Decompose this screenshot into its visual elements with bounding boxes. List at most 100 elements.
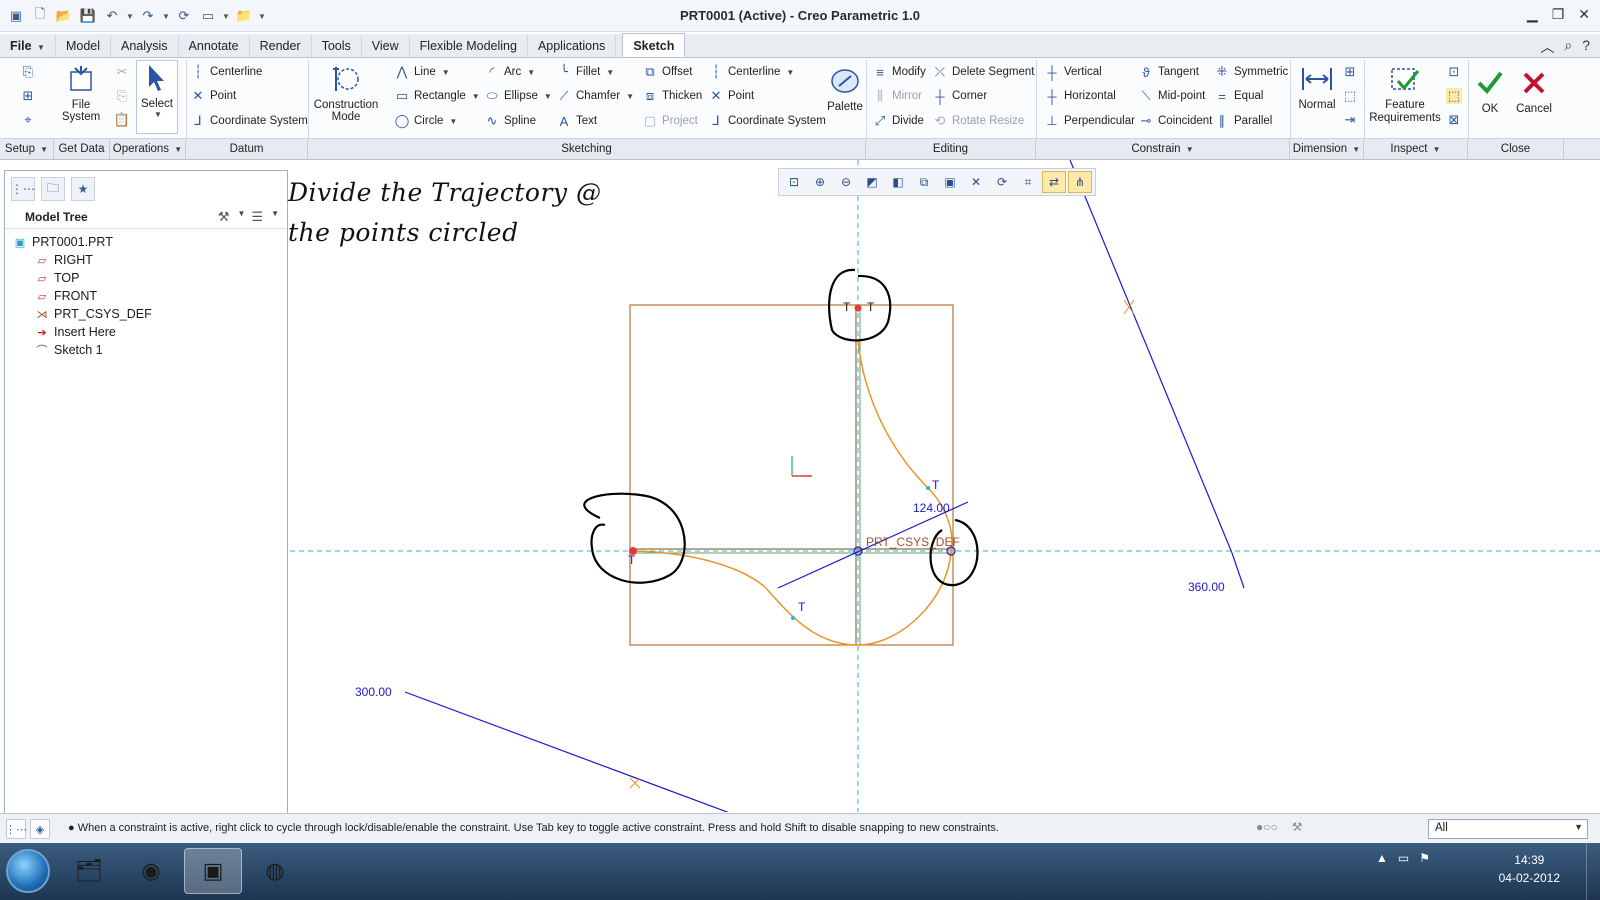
sketch-point-button[interactable]: ✕ Point [708,88,755,104]
coincident-constraint-button[interactable]: ⊸ Coincident [1138,113,1213,129]
dimension-124[interactable]: 124.00 [913,501,950,515]
file-system-button[interactable]: File System [60,62,102,123]
tab-annotate[interactable]: Annotate [179,35,250,57]
horizontal-constraint-button[interactable]: ┼ Horizontal [1044,88,1115,104]
datum-point-button[interactable]: ✕ Point [190,88,237,104]
refit-icon[interactable]: ⊡ [782,171,806,193]
tree-show-icon[interactable]: ☰ [251,209,263,225]
group-dimension[interactable]: Dimension ▼ [1290,139,1364,160]
baseline-dimension-button[interactable]: ⬚ [1342,88,1358,104]
tab-model[interactable]: Model [56,35,111,57]
sketch-centerline-button[interactable]: ┆ Centerline ▼ [708,64,794,80]
ellipse-button[interactable]: ⬭ Ellipse ▼ [484,88,551,104]
group-get-data[interactable]: Get Data [54,139,110,160]
shade-closed-loops-button[interactable]: ⊠ [1446,112,1462,128]
perpendicular-constraint-button[interactable]: ⊥ Perpendicular [1044,113,1135,129]
constraint-display-icon[interactable]: ⋔ [1068,171,1092,193]
select-button[interactable]: Select ▼ [136,60,178,134]
group-constrain[interactable]: Constrain ▼ [1036,139,1290,160]
vertical-constraint-button[interactable]: ┼ Vertical [1044,64,1101,80]
sketch-canvas[interactable] [290,160,1600,812]
offset-button[interactable]: ⧉ Offset [642,64,692,80]
feature-requirements-button[interactable]: Feature Requirements [1369,62,1441,125]
text-button[interactable]: A Text [556,113,597,129]
midpoint-constraint-button[interactable]: ⟍ Mid-point [1138,88,1205,104]
sketch-setup-button[interactable]: ⎘ [20,64,36,80]
perimeter-dimension-button[interactable]: ⊞ [1342,64,1358,80]
model-tree-tab-icon[interactable]: ⋮⋯ [11,177,35,201]
favorites-tab-icon[interactable]: ★ [71,177,95,201]
tree-item-top[interactable]: ▱ TOP [13,269,152,287]
highlight-open-ends-button[interactable]: ⬚ [1446,88,1462,104]
ok-button[interactable]: OK [1472,66,1508,115]
restore-icon[interactable]: ❐ [1552,6,1565,23]
explorer-taskbar-icon[interactable]: 🗂 [60,848,118,894]
media-player-taskbar-icon[interactable]: ◉ [122,848,180,894]
spline-button[interactable]: ∿ Spline [484,113,536,129]
zoom-out-icon[interactable]: ⊖ [834,171,858,193]
tree-item-insert-here[interactable]: ➔ Insert Here [13,323,152,341]
network-icon[interactable]: ▭ [1398,851,1409,865]
datum-centerline-button[interactable]: ┆ Centerline [190,64,262,80]
show-desktop-button[interactable] [1586,843,1600,900]
sketch-csys-button[interactable]: ⅃ Coordinate System [708,113,825,129]
tree-settings-dropdown-icon[interactable]: ▼ [238,209,246,225]
view-manager-icon[interactable]: ▣ [938,171,962,193]
tab-applications[interactable]: Applications [528,35,617,57]
delete-segment-button[interactable]: ⤫ Delete Segment [932,64,1035,80]
project-button[interactable]: ▢ Project [642,113,698,129]
datum-display-icon[interactable]: ✕ [964,171,988,193]
graphics-area[interactable]: Divide the Trajectory @ the points circl… [288,160,1600,812]
selection-filter-select[interactable]: All ▼ [1428,819,1588,839]
references-button[interactable]: ⊞ [20,88,36,104]
tab-render[interactable]: Render [250,35,312,57]
dimension-360[interactable]: 360.00 [1188,580,1225,594]
fillet-button[interactable]: ╰ Fillet ▼ [556,64,614,80]
saved-orientations-icon[interactable]: ⧉ [912,171,936,193]
copy-button[interactable]: ⎘ [114,88,130,104]
tree-item-front[interactable]: ▱ FRONT [13,287,152,305]
tab-file[interactable]: File ▼ [0,35,56,57]
tree-root[interactable]: ▣ PRT0001.PRT [13,233,152,251]
rotate-resize-button[interactable]: ⟲ Rotate Resize [932,113,1025,129]
circle-button[interactable]: ◯ Circle ▼ [394,113,458,129]
symmetric-constraint-button[interactable]: ⁜ Symmetric [1214,64,1289,80]
line-button[interactable]: ⋀ Line ▼ [394,64,450,80]
dimension-display-icon[interactable]: ⇄ [1042,171,1066,193]
close-icon[interactable]: ✕ [1578,6,1590,23]
modify-button[interactable]: ≡ Modify [872,64,926,80]
palette-button[interactable]: Palette [822,64,868,113]
tree-item-csys[interactable]: ⋊ PRT_CSYS_DEF [13,305,152,323]
arc-button[interactable]: ◜ Arc ▼ [484,64,535,80]
thicken-button[interactable]: ⧈ Thicken [642,88,702,104]
tab-view[interactable]: View [362,35,410,57]
reference-dimension-button[interactable]: ⇥ [1342,112,1358,128]
tab-sketch[interactable]: Sketch [622,33,686,57]
zoom-in-icon[interactable]: ⊕ [808,171,832,193]
rectangle-button[interactable]: ▭ Rectangle ▼ [394,88,480,104]
group-operations[interactable]: Operations ▼ [110,139,186,160]
tree-item-right[interactable]: ▱ RIGHT [13,251,152,269]
firefox-taskbar-icon[interactable]: ◍ [246,848,304,894]
toggle-browser-icon[interactable]: ◈ [30,819,50,839]
parallel-constraint-button[interactable]: ∥ Parallel [1214,113,1273,129]
repaint-icon[interactable]: ◩ [860,171,884,193]
dimension-300[interactable]: 300.00 [355,685,392,699]
minimize-icon[interactable]: ▁ [1527,6,1538,23]
tree-item-sketch1[interactable]: ⌒ Sketch 1 [13,341,152,359]
cancel-button[interactable]: Cancel [1514,66,1554,115]
group-inspect[interactable]: Inspect ▼ [1364,139,1468,160]
search-icon[interactable]: ⌕ [1564,37,1572,57]
normal-dimension-button[interactable]: Normal [1296,62,1338,111]
spin-center-icon[interactable]: ⟳ [990,171,1014,193]
start-button[interactable] [6,849,50,893]
selection-filter-icon[interactable]: ⚒ [1292,820,1303,834]
cut-button[interactable]: ✂ [114,64,130,80]
overlapping-geometry-button[interactable]: ⊡ [1446,64,1462,80]
sketch-view-button[interactable]: ⌖ [20,112,36,128]
construction-mode-button[interactable]: Construction Mode [314,62,378,123]
display-style-icon[interactable]: ◧ [886,171,910,193]
folder-browser-tab-icon[interactable]: 🗀 [41,177,65,201]
datum-csys-button[interactable]: ⅃ Coordinate System [190,113,307,129]
tangent-constraint-button[interactable]: ϑ Tangent [1138,64,1199,80]
